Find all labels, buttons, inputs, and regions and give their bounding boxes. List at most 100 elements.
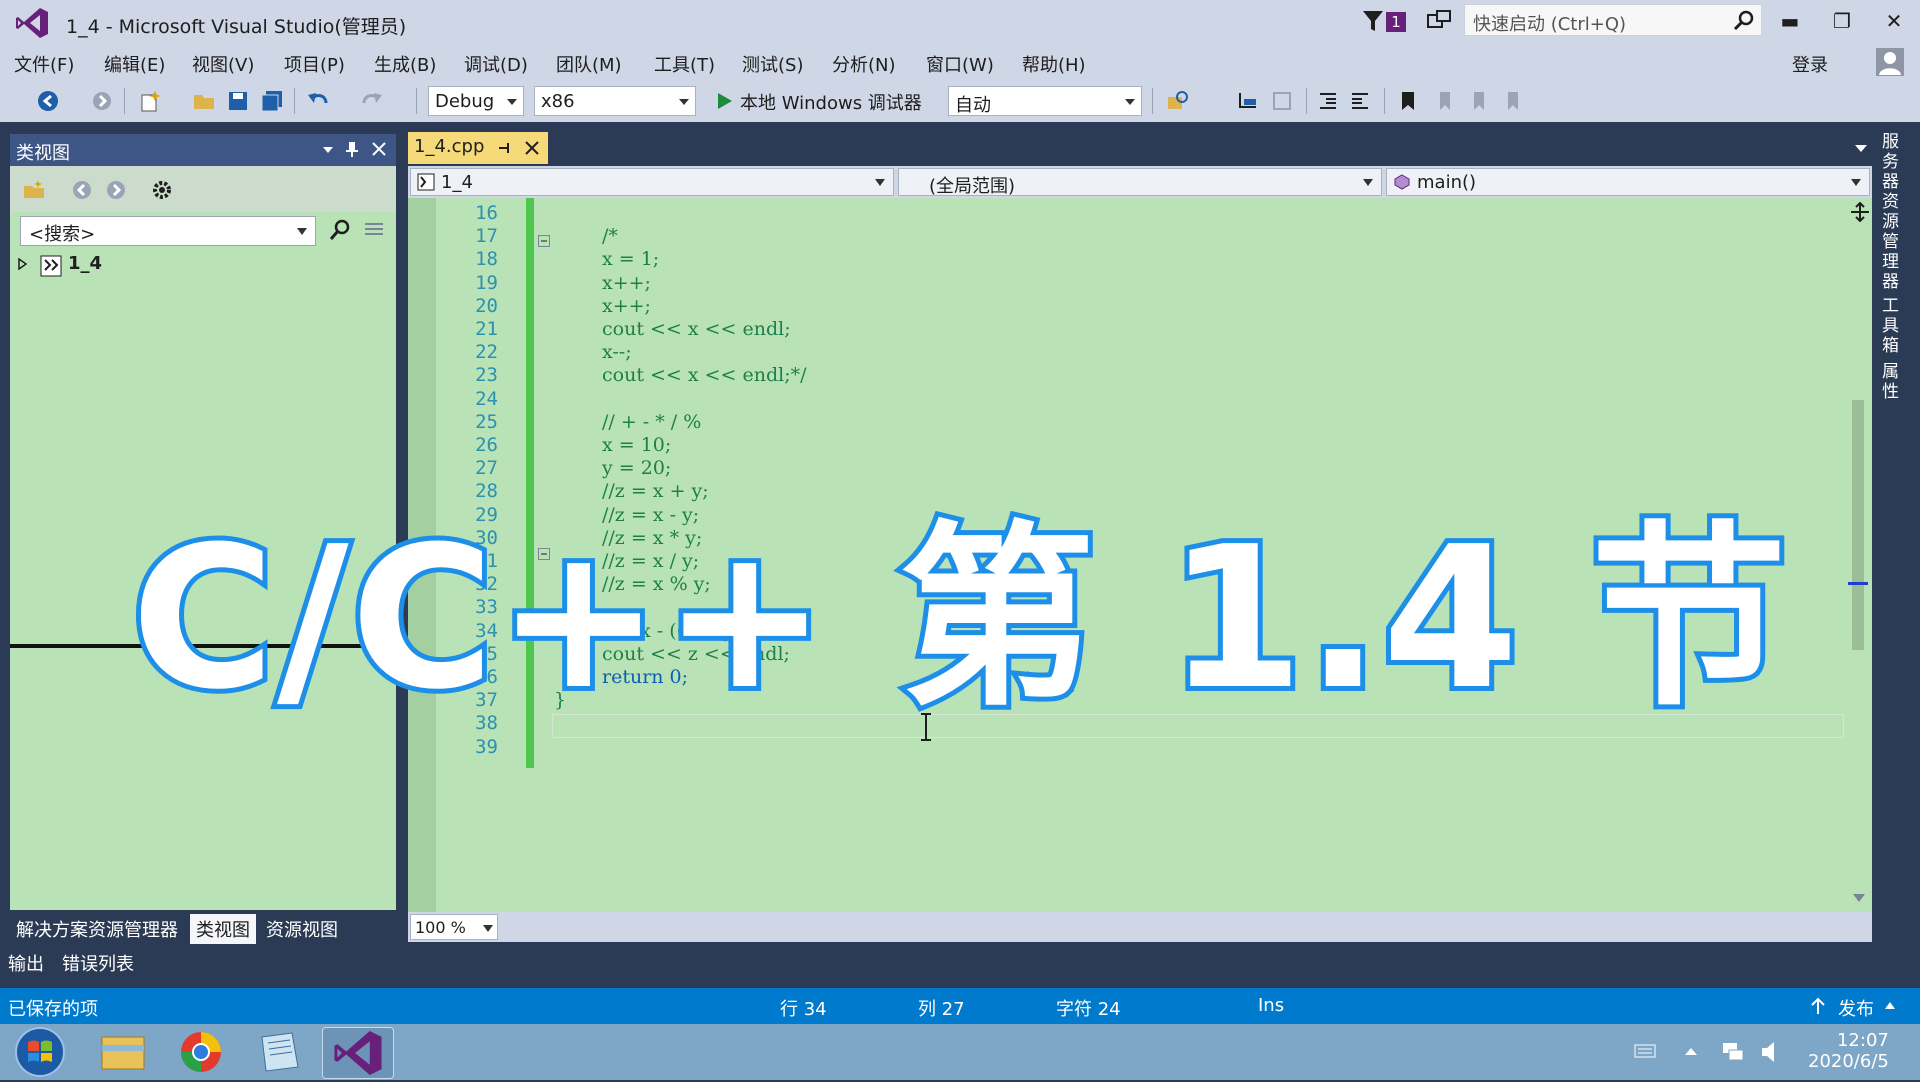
quick-launch-input[interactable]: 快速启动 (Ctrl+Q): [1464, 4, 1762, 36]
tab-resource-view[interactable]: 资源视图: [260, 914, 344, 944]
debug-mode-select[interactable]: 自动: [948, 86, 1142, 116]
editor-bottom-bar: [408, 912, 1872, 942]
login-link[interactable]: 登录: [1792, 51, 1828, 77]
tab-properties[interactable]: 属性: [1882, 362, 1904, 402]
platform-select[interactable]: x86: [534, 86, 696, 116]
publish-button[interactable]: 发布: [1838, 995, 1874, 1021]
tab-toolbox[interactable]: 工具箱: [1882, 296, 1904, 356]
collapse-icon[interactable]: [538, 235, 550, 247]
menu-help[interactable]: 帮助(H): [1022, 51, 1086, 77]
pin-icon[interactable]: [498, 140, 512, 156]
network-icon[interactable]: [1720, 1040, 1746, 1064]
settings-list-icon[interactable]: [362, 218, 386, 242]
close-icon[interactable]: [524, 140, 540, 156]
notifications-button[interactable]: 1: [1362, 8, 1410, 36]
menu-team[interactable]: 团队(M): [556, 51, 622, 77]
volume-icon[interactable]: [1760, 1040, 1780, 1064]
method-icon: [1394, 174, 1410, 190]
menu-analyze[interactable]: 分析(N): [832, 51, 896, 77]
taskbar-visual-studio[interactable]: [322, 1027, 394, 1079]
new-folder-icon[interactable]: [22, 178, 46, 202]
undo-icon[interactable]: [306, 89, 330, 113]
feedback-icon[interactable]: [1426, 9, 1452, 35]
tab-error-list[interactable]: 错误列表: [62, 950, 134, 976]
taskbar-browser[interactable]: [166, 1027, 236, 1077]
taskbar-explorer[interactable]: [88, 1027, 158, 1077]
prev-bookmark-icon[interactable]: [1432, 89, 1456, 113]
split-icon[interactable]: [1850, 202, 1870, 222]
tab-overflow-icon[interactable]: [1854, 142, 1868, 154]
code-line[interactable]: x++;: [602, 295, 651, 317]
pin-icon[interactable]: [344, 140, 360, 158]
back-icon[interactable]: [36, 89, 60, 113]
lesson-title-overlay: C/C++ 第 1.4 节: [126, 500, 1792, 738]
panel-menu-icon[interactable]: [320, 142, 336, 158]
tab-solution-explorer[interactable]: 解决方案资源管理器: [10, 914, 184, 944]
clock-date: 2020/6/5: [1808, 1051, 1889, 1072]
find-in-files-icon[interactable]: [1166, 89, 1190, 113]
indent-icon[interactable]: [1316, 89, 1340, 113]
menu-file[interactable]: 文件(F): [14, 51, 74, 77]
forward-icon[interactable]: [90, 89, 114, 113]
close-icon[interactable]: [370, 140, 388, 158]
play-icon[interactable]: [712, 89, 736, 113]
menu-view[interactable]: 视图(V): [192, 51, 254, 77]
back-icon[interactable]: [70, 178, 94, 202]
configuration-select[interactable]: Debug: [428, 86, 524, 116]
menu-tools[interactable]: 工具(T): [654, 51, 715, 77]
save-icon[interactable]: [226, 89, 250, 113]
clear-bookmarks-icon[interactable]: [1500, 89, 1524, 113]
keyboard-icon[interactable]: [1634, 1044, 1656, 1058]
expand-arrow-icon[interactable]: [18, 258, 28, 270]
zoom-select[interactable]: 100 %: [410, 914, 498, 940]
menu-edit[interactable]: 编辑(E): [104, 51, 165, 77]
new-project-icon[interactable]: [138, 89, 162, 113]
menu-test[interactable]: 测试(S): [742, 51, 803, 77]
search-icon[interactable]: [328, 218, 352, 242]
restore-button[interactable]: ❐: [1822, 6, 1862, 36]
windows-start-icon[interactable]: [10, 1026, 70, 1078]
document-tabbar: [408, 132, 1872, 164]
bookmark-icon[interactable]: [1396, 89, 1420, 113]
open-folder-icon[interactable]: [192, 89, 216, 113]
code-line[interactable]: cout << x << endl;*/: [602, 364, 807, 386]
tab-class-view[interactable]: 类视图: [190, 914, 256, 944]
code-line[interactable]: x--;: [602, 341, 632, 363]
next-bookmark-icon[interactable]: [1466, 89, 1490, 113]
forward-icon[interactable]: [104, 178, 128, 202]
scroll-down-icon[interactable]: [1852, 892, 1866, 904]
menu-project[interactable]: 项目(P): [284, 51, 345, 77]
member-dropdown[interactable]: main(): [1386, 168, 1870, 196]
taskbar-clock[interactable]: 12:07 2020/6/5: [1808, 1030, 1889, 1072]
close-button[interactable]: ✕: [1874, 6, 1914, 36]
redo-icon[interactable]: [360, 89, 384, 113]
code-line[interactable]: x++;: [602, 272, 651, 294]
chevron-down-icon: [1125, 99, 1135, 105]
minimize-button[interactable]: ▬: [1770, 6, 1810, 36]
menu-build[interactable]: 生成(B): [374, 51, 436, 77]
menu-window[interactable]: 窗口(W): [926, 51, 994, 77]
tab-output[interactable]: 输出: [8, 950, 44, 976]
outdent-icon[interactable]: [1348, 89, 1372, 113]
class-view-search-input[interactable]: <搜索>: [20, 216, 316, 246]
tray-expand-icon[interactable]: [1684, 1046, 1698, 1056]
code-line[interactable]: // + - * / %: [602, 411, 701, 433]
tree-item-project[interactable]: 1_4: [68, 253, 102, 274]
code-line[interactable]: /*: [602, 225, 618, 247]
code-line[interactable]: x = 10;: [602, 434, 671, 456]
save-all-icon[interactable]: [260, 89, 284, 113]
project-dropdown[interactable]: 1_4: [410, 168, 894, 196]
scope-dropdown[interactable]: (全局范围): [898, 168, 1382, 197]
tab-server-explorer[interactable]: 服务器资源管理器: [1882, 132, 1904, 292]
code-line[interactable]: cout << x << endl;: [602, 318, 791, 340]
chevron-down-icon: [297, 228, 307, 235]
avatar[interactable]: [1876, 48, 1904, 76]
code-line[interactable]: x = 1;: [602, 248, 659, 270]
comment-icon[interactable]: [1270, 89, 1294, 113]
chevron-up-icon[interactable]: [1884, 1000, 1896, 1010]
run-debugger-button[interactable]: 本地 Windows 调试器: [740, 89, 922, 115]
step-icon[interactable]: [1236, 89, 1260, 113]
taskbar-notepad[interactable]: [244, 1027, 314, 1077]
menu-debug[interactable]: 调试(D): [464, 51, 528, 77]
gear-icon[interactable]: [150, 178, 174, 202]
